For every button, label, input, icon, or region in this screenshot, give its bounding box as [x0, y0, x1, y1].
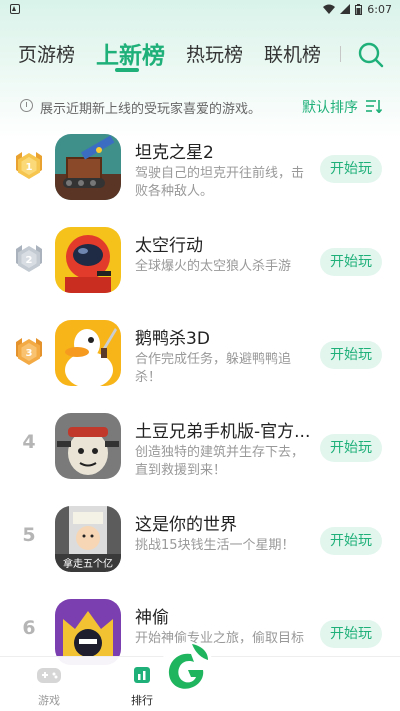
status-time: 6:07	[367, 2, 392, 16]
brand-logo-icon	[160, 642, 214, 700]
nav-label-games: 游戏	[38, 694, 60, 707]
game-title: 神偷	[135, 608, 169, 628]
rank-number: 5	[22, 524, 36, 546]
icon-caption: 拿走五个亿	[63, 557, 113, 570]
sort-button[interactable]: 默认排序	[302, 97, 358, 117]
tab-divider	[340, 46, 341, 62]
game-title: 这是你的世界	[135, 515, 237, 535]
list-item[interactable]: 5 拿走五个亿 这是你的世界 挑战15块钱生活一个星期！ 开始玩	[0, 492, 400, 585]
info-row: 展示近期新上线的受玩家喜爱的游戏。 默认排序	[0, 92, 400, 120]
active-tab-indicator	[115, 68, 139, 72]
game-icon-space-action	[55, 227, 121, 293]
sort-icon[interactable]	[366, 99, 382, 113]
list-item[interactable]: 2 太空行动 全球爆火的太空狼人杀手游 开始玩	[0, 213, 400, 306]
game-title: 土豆兄弟手机版-官方...	[135, 422, 311, 442]
app-notification-icon	[10, 4, 20, 14]
status-bar: 6:07	[0, 0, 400, 18]
info-icon	[20, 99, 33, 112]
rank-number: 6	[22, 617, 36, 639]
start-play-button[interactable]: 开始玩	[320, 527, 382, 555]
game-title: 太空行动	[135, 236, 203, 256]
start-play-button[interactable]: 开始玩	[320, 341, 382, 369]
battery-icon	[355, 3, 363, 15]
ranking-icon	[134, 667, 150, 683]
ranking-tabs: 页游榜 上新榜 热玩榜 联机榜	[0, 30, 400, 80]
game-description: 创造独特的建筑并生存下去，直到救援到来！	[135, 445, 305, 478]
game-title: 鹅鸭杀3D	[135, 329, 210, 349]
rank-number: 2	[26, 255, 33, 266]
start-play-button[interactable]: 开始玩	[320, 248, 382, 276]
search-icon[interactable]	[356, 40, 386, 70]
tab-multiplayer[interactable]: 联机榜	[264, 40, 321, 67]
tab-web-games[interactable]: 页游榜	[18, 40, 75, 67]
game-description: 驾驶自己的坦克开往前线，击败各种敌人。	[135, 166, 305, 199]
game-description: 合作完成任务，躲避鸭鸭追杀！	[135, 352, 292, 385]
tab-new-releases[interactable]: 上新榜	[96, 36, 165, 70]
silver-medal-icon: 2	[16, 245, 42, 272]
info-text: 展示近期新上线的受玩家喜爱的游戏。	[40, 102, 262, 117]
list-item[interactable]: 3 鹅鸭杀3D 合作完成任务，躲避鸭鸭追杀！ 开始玩	[0, 306, 400, 399]
game-icon-your-world: 拿走五个亿	[55, 506, 121, 572]
game-icon-tank-star	[55, 134, 121, 200]
game-description: 全球爆火的太空狼人杀手游	[135, 259, 292, 274]
game-description: 挑战15块钱生活一个星期！	[135, 538, 295, 553]
rank-number: 1	[26, 162, 33, 173]
bronze-medal-icon: 3	[16, 338, 42, 365]
start-play-button[interactable]: 开始玩	[320, 155, 382, 183]
signal-icon	[340, 4, 351, 14]
game-icon-goose-duck	[55, 320, 121, 386]
rank-number: 4	[22, 431, 36, 453]
list-item[interactable]: 1 坦克之星2 驾驶自己的坦克开往前线，击败各种敌人。 开始玩	[0, 120, 400, 213]
start-play-button[interactable]: 开始玩	[320, 620, 382, 648]
start-play-button[interactable]: 开始玩	[320, 434, 382, 462]
nav-item-games[interactable]: 游戏	[19, 665, 79, 708]
gold-medal-icon: 1	[16, 152, 42, 179]
tab-hot[interactable]: 热玩榜	[186, 40, 243, 67]
list-item[interactable]: 4 土豆兄弟手机版-官方... 创造独特的建筑并生存下去，直到救援到来！ 开始玩	[0, 399, 400, 492]
game-icon-brotato	[55, 413, 121, 479]
rank-number: 3	[26, 348, 33, 359]
game-title: 坦克之星2	[135, 143, 214, 163]
wifi-icon	[323, 4, 336, 14]
gamepad-icon	[37, 668, 61, 683]
